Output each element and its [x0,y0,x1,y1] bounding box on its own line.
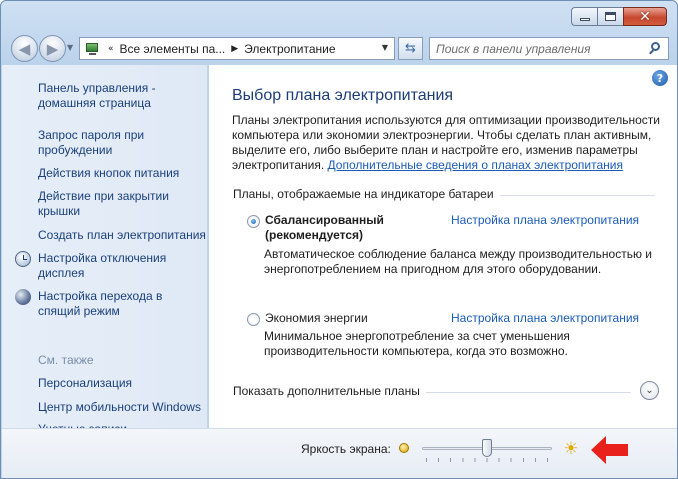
see-also-title: См. также [38,353,94,367]
maximize-button[interactable] [597,7,623,26]
recent-pages-dropdown[interactable]: ▼ [67,43,73,52]
chevron-down-icon: ⌄ [645,385,654,396]
main-content: ? Выбор плана электропитания Планы элект… [209,65,677,478]
control-panel-window: ✕ ◀ ▶ ▼ « Все элементы па... ▶ Электропи… [0,0,678,479]
forward-button[interactable]: ▶ [39,35,66,62]
additional-plans-group: Показать дополнительные планы [233,384,655,398]
red-arrow-icon [591,436,628,464]
brightness-slider[interactable] [422,439,552,463]
plan-power-saver-name[interactable]: Экономия энергии [265,311,368,326]
battery-plans-group-label: Планы, отображаемые на индикаторе батаре… [233,187,500,201]
close-button[interactable]: ✕ [623,7,667,26]
search-box[interactable] [429,37,669,60]
plan-power-saver-settings-link[interactable]: Настройка плана электропитания [451,311,639,325]
caption-buttons: ✕ [571,7,667,26]
breadcrumb-all-items[interactable]: Все элементы па... [120,42,226,56]
back-button[interactable]: ◀ [11,35,38,62]
slider-thumb[interactable] [482,439,492,457]
brightness-high-icon: ☀ [563,439,579,459]
forward-arrow-icon: ▶ [46,39,59,58]
minimize-button[interactable] [571,7,597,26]
search-input[interactable] [436,41,636,57]
page-title: Выбор плана электропитания [232,87,454,104]
breadcrumb-overflow-icon[interactable]: « [108,44,114,54]
breadcrumb-power-options[interactable]: Электропитание [244,42,335,56]
maximize-icon [605,12,616,21]
breadcrumb-separator-icon[interactable]: ▶ [231,44,238,54]
back-arrow-icon: ◀ [18,39,31,58]
minimize-icon [579,18,590,21]
sidebar-link-display-off[interactable]: Настройка отключения дисплея [38,251,188,281]
moon-icon [15,289,31,305]
sidebar-link-home[interactable]: Панель управления - домашняя страница [38,81,188,111]
brightness-label: Яркость экрана: [301,442,391,456]
help-button[interactable]: ? [652,70,668,86]
sidebar: Панель управления - домашняя страница За… [2,65,208,478]
control-panel-icon [84,42,102,56]
sidebar-link-sleep[interactable]: Настройка перехода в спящий режим [38,289,178,319]
brightness-bar: Яркость экрана: ☀ [2,428,677,478]
search-icon[interactable] [648,41,662,56]
sidebar-link-create-plan[interactable]: Создать план электропитания [38,228,208,243]
plan-power-saver-radio[interactable] [247,313,260,326]
sidebar-link-password-on-wake[interactable]: Запрос пароля при пробуждении [38,128,178,158]
help-icon: ? [656,71,664,85]
close-icon: ✕ [639,8,651,25]
show-more-plans-label[interactable]: Показать дополнительные планы [233,384,426,398]
plan-balanced-name[interactable]: Сбалансированный (рекомендуется) [265,213,435,243]
refresh-icon: ⇆ [405,41,416,56]
address-bar[interactable]: « Все элементы па... ▶ Электропитание ▼ [79,37,395,60]
clock-icon [15,251,31,267]
navigation-bar: ◀ ▶ ▼ « Все элементы па... ▶ Электропита… [1,31,677,63]
sidebar-link-lid-close[interactable]: Действие при закрытии крышки [38,189,188,219]
plan-balanced-radio[interactable] [247,215,260,228]
see-also-mobility-center[interactable]: Центр мобильности Windows [38,400,208,415]
plan-balanced-description: Автоматическое соблюдение баланса между … [264,247,653,276]
address-dropdown-icon[interactable]: ▼ [382,43,388,52]
slider-ticks [426,458,548,462]
battery-plans-group: Планы, отображаемые на индикаторе батаре… [233,187,655,201]
sidebar-link-power-buttons[interactable]: Действия кнопок питания [38,166,203,181]
refresh-button[interactable]: ⇆ [398,37,423,60]
brightness-low-icon [399,443,409,453]
more-info-link[interactable]: Дополнительные сведения о планах электро… [328,158,623,172]
plan-balanced-settings-link[interactable]: Настройка плана электропитания [451,213,639,227]
page-description: Планы электропитания используются для оп… [232,113,672,173]
expand-more-plans-button[interactable]: ⌄ [640,381,659,400]
see-also-personalization[interactable]: Персонализация [38,376,208,391]
plan-power-saver-description: Минимальное энергопотребление за счет ум… [264,329,570,358]
